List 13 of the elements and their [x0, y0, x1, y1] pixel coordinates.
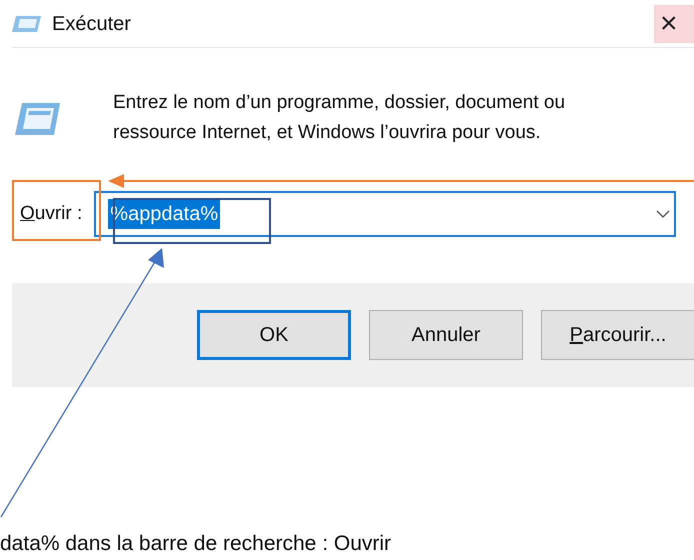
run-icon	[15, 102, 61, 136]
chevron-icon	[656, 210, 670, 218]
window-title: Exécuter	[52, 12, 131, 36]
instruction-text: Entrez le nom d’un programme, dossier, document ou ressource Internet, et Windows l’ouvrira pour vous.	[113, 91, 566, 145]
dialog-button[interactable]: Parcourir...	[541, 310, 694, 360]
close-button[interactable]: ×	[654, 4, 694, 42]
caption-text: data% dans la barre de recherche : Ouvrir	[0, 531, 392, 557]
dialog-button[interactable]: Annuler	[369, 310, 523, 360]
run-icon	[12, 14, 42, 32]
open-combobox[interactable]: %appdata%	[94, 191, 676, 237]
open-value: %appdata%	[108, 199, 220, 229]
dialog-button[interactable]: OK	[197, 310, 351, 360]
open-label: Ouvrir :	[20, 202, 82, 226]
